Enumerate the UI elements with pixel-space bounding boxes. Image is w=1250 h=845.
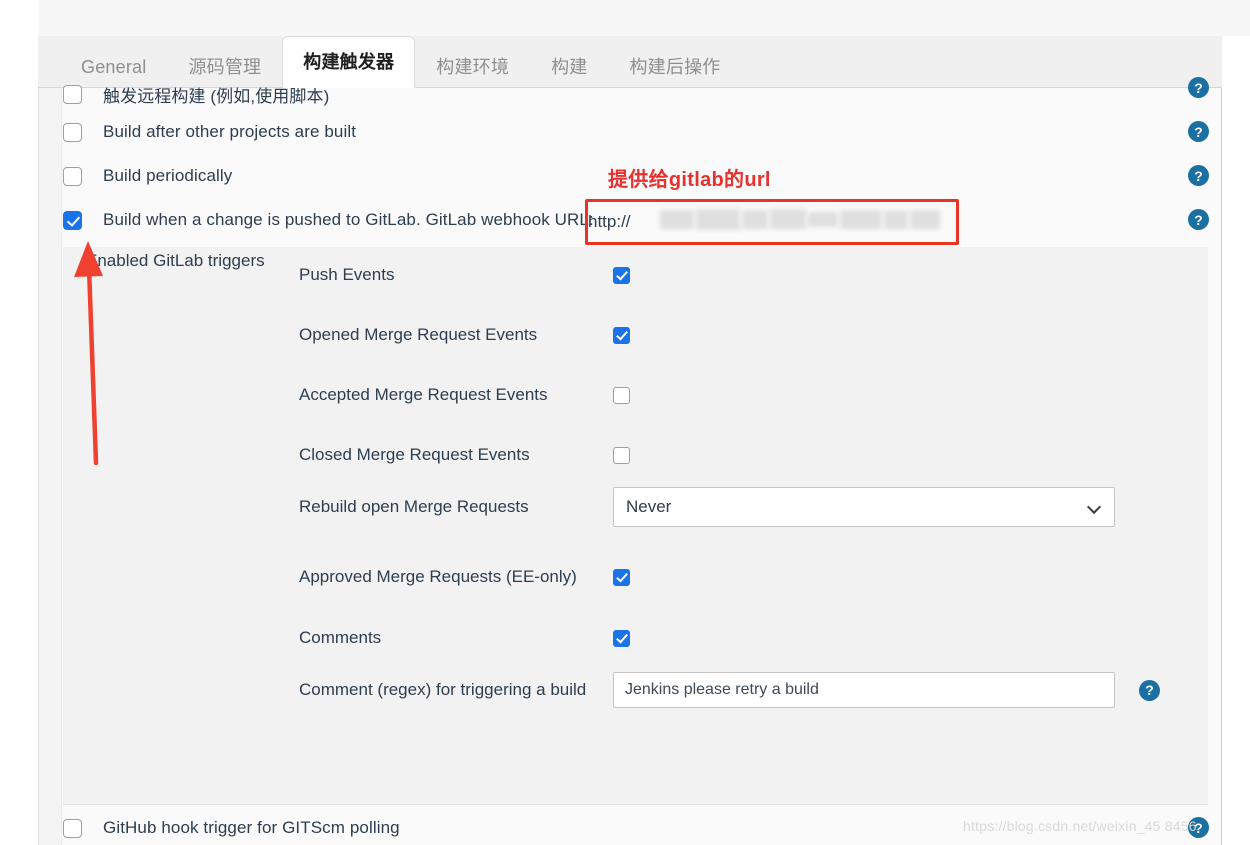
trigger-label-build-periodically: Build periodically <box>103 166 233 185</box>
help-icon-build-periodically[interactable]: ? <box>1188 165 1209 186</box>
gitlab-row-comments[interactable]: Comments <box>299 618 1189 658</box>
gitlab-event-row-accepted-mr[interactable]: Accepted Merge Request Events <box>299 375 1189 415</box>
rebuild-open-merge-requests-label: Rebuild open Merge Requests <box>299 497 529 516</box>
checkbox-closed-merge-request-events[interactable] <box>613 446 630 464</box>
checkbox-approved-merge-requests[interactable] <box>613 568 630 586</box>
gitlab-webhook-url-text: http:// <box>588 212 631 231</box>
gitlab-event-label-opened-mr: Opened Merge Request Events <box>299 325 538 344</box>
rebuild-open-merge-requests-select[interactable]: Never <box>613 487 1115 527</box>
checkbox-github-hook-trigger[interactable] <box>63 818 82 838</box>
annotation-arrow-icon <box>74 241 103 465</box>
checkbox-after-other-projects[interactable] <box>63 122 82 142</box>
panel-left-rail <box>39 88 62 845</box>
checkbox-push-events[interactable] <box>613 266 630 284</box>
gitlab-row-comment-regex: Comment (regex) for triggering a build J… <box>299 668 1189 712</box>
trigger-label-github-hook: GitHub hook trigger for GITScm polling <box>103 818 400 837</box>
gitlab-webhook-url-value[interactable]: http:// <box>588 204 956 240</box>
gitlab-event-label-closed-mr: Closed Merge Request Events <box>299 445 530 464</box>
comments-label: Comments <box>299 628 382 647</box>
gitlab-event-row-push[interactable]: Push Events <box>299 255 1189 295</box>
checkbox-opened-merge-request-events[interactable] <box>613 326 630 344</box>
trigger-label-gitlab-push: Build when a change is pushed to GitLab.… <box>103 210 594 229</box>
trigger-label-after-other-projects: Build after other projects are built <box>103 122 357 141</box>
gitlab-row-rebuild-open-mr: Rebuild open Merge Requests Never <box>299 485 1189 529</box>
checkbox-remote-build[interactable] <box>63 84 82 104</box>
help-icon-after-other-projects[interactable]: ? <box>1188 121 1209 142</box>
window-top-strip <box>0 0 1250 36</box>
csdn-watermark: https://blog.csdn.net/weixin_45 8456 <box>963 818 1197 834</box>
help-icon-comment-regex[interactable]: ? <box>1139 679 1160 701</box>
trigger-row-after-other-projects[interactable]: Build after other projects are built <box>63 110 1213 154</box>
comment-regex-label: Comment (regex) for triggering a build <box>299 680 587 699</box>
help-icon-gitlab-push[interactable]: ? <box>1188 209 1209 230</box>
comment-regex-input[interactable]: Jenkins please retry a build <box>613 672 1115 708</box>
gitlab-row-approved-mr[interactable]: Approved Merge Requests (EE-only) <box>299 557 1189 597</box>
chevron-down-icon <box>1089 502 1100 513</box>
top-strip-left-margin <box>0 0 38 36</box>
gitlab-event-label-push: Push Events <box>299 265 395 284</box>
trigger-row-remote-build[interactable]: 触发远程构建 (例如,使用脚本) <box>63 76 1213 112</box>
gitlab-event-row-opened-mr[interactable]: Opened Merge Request Events <box>299 315 1189 355</box>
annotation-label-webhook-url: 提供给gitlab的url <box>608 169 771 191</box>
checkbox-comments[interactable] <box>613 629 630 647</box>
enabled-gitlab-triggers-block: Enabled GitLab triggers Push Events Open… <box>63 247 1208 804</box>
checkbox-build-periodically[interactable] <box>63 166 82 186</box>
section-divider <box>63 804 1208 805</box>
comment-regex-value: Jenkins please retry a build <box>625 681 819 698</box>
gitlab-event-row-closed-mr[interactable]: Closed Merge Request Events <box>299 435 1189 475</box>
checkbox-accepted-merge-request-events[interactable] <box>613 386 630 404</box>
rebuild-open-merge-requests-value: Never <box>626 497 672 516</box>
screenshot-root: General 源码管理 构建触发器 构建环境 构建 构建后操作 触发远程构建 … <box>0 0 1250 845</box>
approved-merge-requests-label: Approved Merge Requests (EE-only) <box>299 567 577 586</box>
gitlab-event-label-accepted-mr: Accepted Merge Request Events <box>299 385 548 404</box>
tab-build-triggers[interactable]: 构建触发器 <box>282 36 416 88</box>
build-triggers-panel: 触发远程构建 (例如,使用脚本) ? Build after other pro… <box>38 77 1222 845</box>
help-icon-remote-build[interactable]: ? <box>1188 77 1209 98</box>
